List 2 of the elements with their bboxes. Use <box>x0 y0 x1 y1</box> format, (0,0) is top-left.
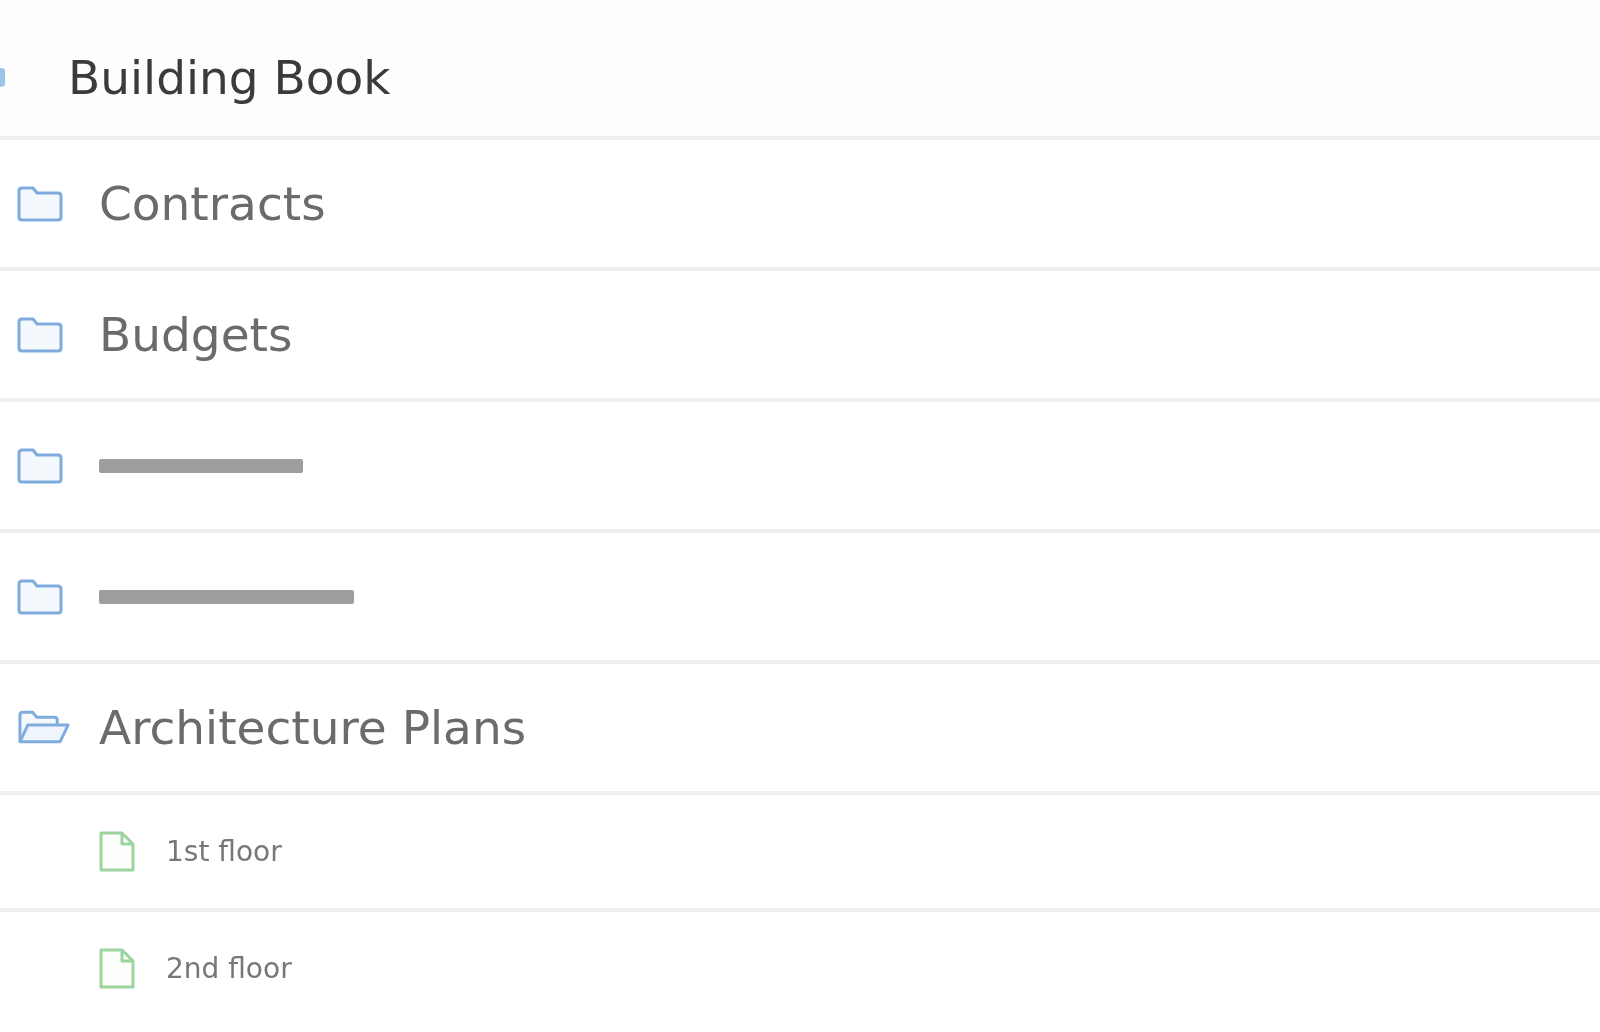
file-icon <box>99 831 135 872</box>
file-icon <box>99 948 135 989</box>
